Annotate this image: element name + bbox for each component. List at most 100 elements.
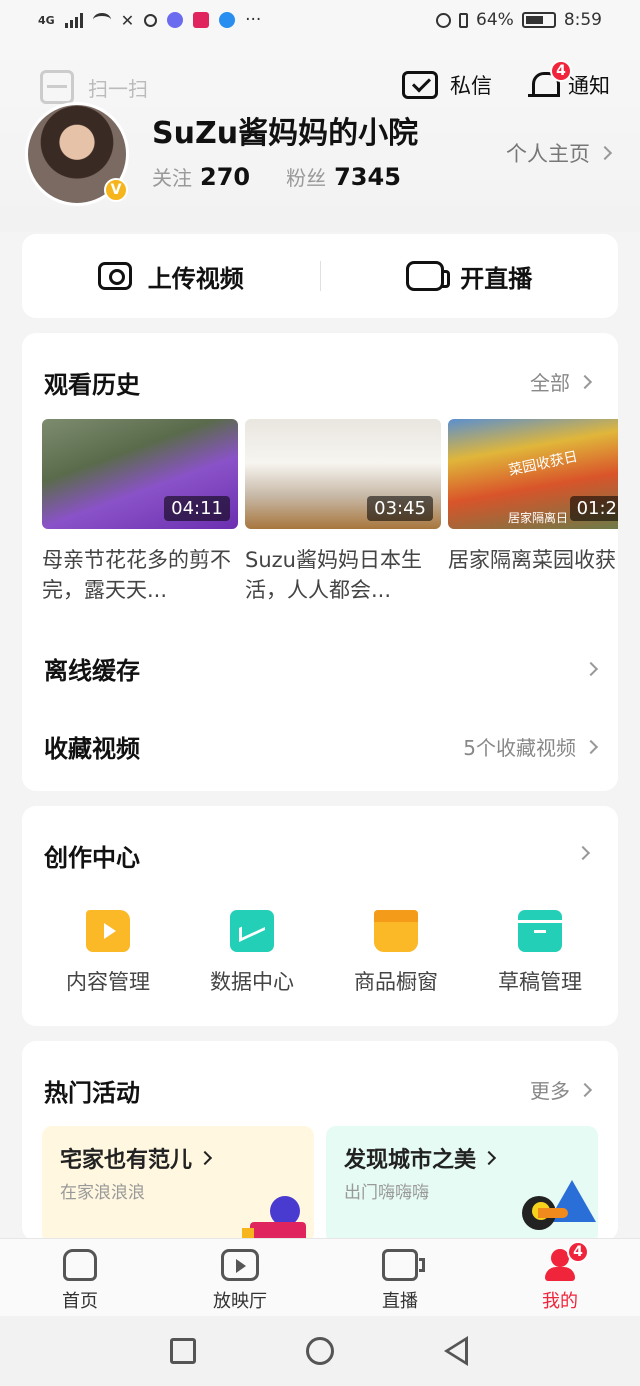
chart-icon bbox=[230, 910, 274, 952]
favorites-row[interactable]: 收藏视频 5个收藏视频 bbox=[44, 729, 599, 764]
favorites-count-text: 5个收藏视频 bbox=[463, 736, 576, 760]
clock: 8:59 bbox=[563, 10, 602, 30]
status-left: 4G ✕ ··· bbox=[38, 10, 261, 30]
battery-percent: 64% bbox=[476, 10, 514, 30]
folder-play-icon bbox=[86, 910, 130, 952]
followers-label[interactable]: 粉丝 bbox=[286, 162, 326, 191]
home-button[interactable] bbox=[306, 1337, 334, 1365]
browser-app-icon bbox=[219, 12, 236, 28]
activity-banner-2[interactable]: 发现城市之美 出门嗨嗨嗨 bbox=[326, 1126, 598, 1244]
activity-title-text: 发现城市之美 bbox=[344, 1148, 477, 1173]
activity-banner-1[interactable]: 宅家也有范儿 在家浪浪浪 bbox=[42, 1126, 314, 1244]
activity-title-1: 宅家也有范儿 bbox=[60, 1142, 213, 1174]
chevron-right-icon bbox=[481, 1150, 497, 1166]
back-button[interactable] bbox=[444, 1336, 468, 1366]
tab-home-label: 首页 bbox=[62, 1291, 98, 1312]
tab-me[interactable]: 4 我的 bbox=[510, 1241, 610, 1313]
product-showcase-button[interactable]: 商品橱窗 bbox=[336, 910, 456, 996]
history-title: 观看历史 bbox=[44, 371, 140, 399]
create-actions-card: 上传视频 开直播 bbox=[22, 234, 618, 318]
messages-label: 私信 bbox=[450, 74, 492, 98]
verified-badge: V bbox=[104, 178, 128, 202]
thumbnail-overlay-sub: 居家隔离日 bbox=[508, 511, 569, 525]
alarm-icon bbox=[436, 12, 452, 28]
tab-theater[interactable]: 放映厅 bbox=[190, 1249, 290, 1313]
signal-icon: 4G bbox=[38, 13, 55, 27]
tab-live[interactable]: 直播 bbox=[350, 1249, 450, 1313]
chevron-right-icon bbox=[197, 1150, 213, 1166]
video-duration: 01:2 bbox=[569, 496, 618, 521]
vibrate-icon bbox=[459, 12, 469, 28]
history-all-link[interactable]: 全部 bbox=[530, 367, 593, 396]
product-showcase-label: 商品橱窗 bbox=[354, 970, 438, 994]
user-icon: 4 bbox=[543, 1241, 589, 1281]
recent-apps-button[interactable] bbox=[170, 1338, 196, 1364]
video-duration: 04:11 bbox=[164, 496, 230, 521]
toucan-mountain-icon bbox=[518, 1174, 598, 1244]
status-bar: 4G ✕ ··· 64% 8:59 bbox=[0, 0, 640, 46]
offline-cache-label: 离线缓存 bbox=[44, 657, 140, 685]
data-center-button[interactable]: 数据中心 bbox=[192, 910, 312, 996]
upload-video-button[interactable]: 上传视频 bbox=[22, 259, 320, 294]
draft-management-label: 草稿管理 bbox=[498, 970, 582, 994]
data-center-label: 数据中心 bbox=[210, 970, 294, 994]
hot-activities-title: 热门活动 bbox=[44, 1079, 140, 1107]
tab-me-label: 我的 bbox=[542, 1291, 578, 1312]
bell-icon: 4 bbox=[528, 60, 572, 102]
history-all-label: 全部 bbox=[530, 371, 570, 395]
activity-title-text: 宅家也有范儿 bbox=[60, 1148, 193, 1173]
system-navigation-bar bbox=[0, 1316, 640, 1386]
activities-more-link[interactable]: 更多 bbox=[530, 1075, 593, 1104]
favorites-label: 收藏视频 bbox=[44, 735, 140, 763]
play-screen-icon bbox=[221, 1249, 259, 1281]
chevron-right-icon bbox=[583, 739, 599, 754]
scan-icon bbox=[40, 70, 74, 104]
followers-count[interactable]: 7345 bbox=[334, 163, 401, 191]
activity-subtitle-1: 在家浪浪浪 bbox=[60, 1183, 145, 1203]
content-management-button[interactable]: 内容管理 bbox=[48, 910, 168, 996]
film-projector-icon bbox=[242, 1196, 312, 1244]
username: SuZu酱妈妈的小院 bbox=[152, 116, 419, 151]
activities-more-label: 更多 bbox=[530, 1079, 570, 1103]
offline-cache-row[interactable]: 离线缓存 bbox=[44, 651, 599, 686]
messages-button[interactable]: 私信 bbox=[402, 70, 492, 100]
notification-badge: 4 bbox=[550, 60, 572, 82]
video-camera-icon bbox=[406, 261, 451, 291]
scan-button[interactable]: 扫一扫 bbox=[40, 70, 148, 104]
chevron-right-icon bbox=[577, 374, 593, 389]
homepage-link[interactable]: 个人主页 bbox=[506, 138, 613, 168]
history-video-thumbnail-3[interactable]: 菜园收获日 居家隔离日 01:2 bbox=[448, 419, 618, 529]
go-live-button[interactable]: 开直播 bbox=[321, 259, 619, 294]
home-icon bbox=[63, 1249, 97, 1281]
upload-video-label: 上传视频 bbox=[147, 264, 244, 293]
search-icon bbox=[144, 13, 158, 27]
hot-activities-card: 热门活动 更多 宅家也有范儿 在家浪浪浪 发现城市之美 出门嗨嗨嗨 bbox=[22, 1041, 618, 1244]
profile-stats: 关注 270 粉丝 7345 bbox=[152, 162, 429, 191]
favorites-count: 5个收藏视频 bbox=[463, 732, 599, 761]
tab-theater-label: 放映厅 bbox=[213, 1291, 267, 1312]
status-right: 64% 8:59 bbox=[436, 10, 602, 30]
battery-icon bbox=[521, 12, 556, 28]
history-video-thumbnail-1[interactable]: 04:11 bbox=[42, 419, 238, 529]
chevron-right-icon[interactable] bbox=[575, 845, 591, 861]
following-count[interactable]: 270 bbox=[200, 163, 250, 191]
tab-me-badge: 4 bbox=[567, 1241, 589, 1263]
history-video-title-3[interactable]: 居家隔离菜园收获日，自媒体主... bbox=[448, 545, 618, 605]
following-label[interactable]: 关注 bbox=[152, 162, 192, 191]
history-video-title-2[interactable]: Suzu酱妈妈日本生活，人人都会... bbox=[245, 545, 441, 605]
notifications-button[interactable]: 4 通知 bbox=[528, 60, 610, 102]
history-video-thumbnail-2[interactable]: 03:45 bbox=[245, 419, 441, 529]
watch-history-card: 观看历史 全部 04:11 03:45 菜园收获日 居家隔离日 01:2 母亲节… bbox=[22, 333, 618, 791]
scan-label: 扫一扫 bbox=[88, 76, 148, 101]
tab-home[interactable]: 首页 bbox=[30, 1249, 130, 1313]
activity-title-2: 发现城市之美 bbox=[344, 1142, 497, 1174]
video-duration: 03:45 bbox=[367, 496, 433, 521]
wifi-icon bbox=[92, 13, 111, 27]
notifications-label: 通知 bbox=[568, 74, 610, 98]
activity-subtitle-2: 出门嗨嗨嗨 bbox=[344, 1183, 429, 1203]
creator-center-title: 创作中心 bbox=[44, 844, 140, 872]
history-video-title-1[interactable]: 母亲节花花多的剪不完，露天天... bbox=[42, 545, 238, 605]
draft-management-button[interactable]: 草稿管理 bbox=[480, 910, 600, 996]
missed-call-icon: ✕ bbox=[120, 10, 135, 30]
homepage-label: 个人主页 bbox=[506, 142, 590, 166]
